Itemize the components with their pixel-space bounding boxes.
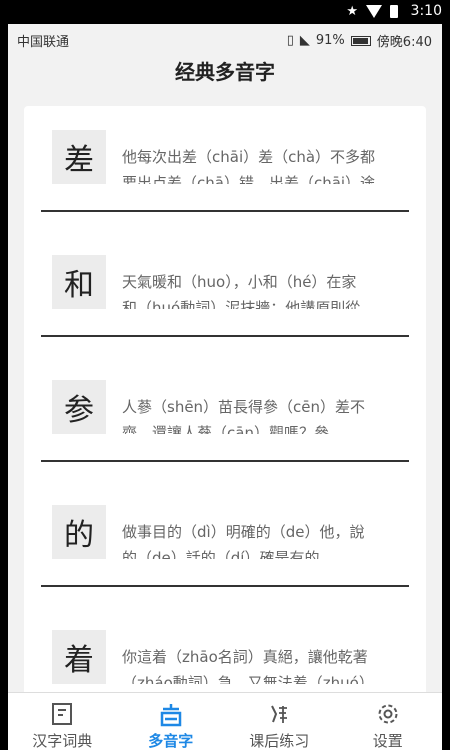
example-line: 做事目的（dì）明確的（de）他，說 bbox=[122, 523, 365, 541]
example-line: 你這着（zhāo名詞）真絕，讓他乾著 bbox=[122, 648, 368, 666]
example-line: （zháo動詞）急，又無法着（zhuó） bbox=[122, 674, 374, 684]
battery-percent: 91% bbox=[315, 33, 345, 48]
list-item[interactable]: 的 做事目的（dì）明確的（de）他，說 的（de）話的（dí）確是有的 bbox=[24, 481, 426, 606]
divider bbox=[41, 460, 409, 462]
signal-icon: ◣ bbox=[299, 33, 310, 48]
list-item[interactable]: 差 他每次出差（chāi）差（chà）不多都 要出点差（chā）错，出差（chā… bbox=[24, 106, 426, 231]
app-screen: 中国联通 ▯ ◣ 91% 傍晚6:40 经典多音字 差 他每次出差（chāi）差… bbox=[8, 24, 442, 750]
tab-polyphonic[interactable]: 多音字 bbox=[117, 693, 226, 750]
status-right: ▯ ◣ 91% 傍晚6:40 bbox=[287, 31, 432, 50]
list-item[interactable]: 和 天氣暖和（huo），小和（hé）在家 和（huó動詞）泥抹牆；他講原則從 bbox=[24, 231, 426, 356]
brush-character-icon bbox=[225, 699, 334, 729]
battery-level-icon bbox=[350, 35, 371, 46]
bottom-tab-bar: 汉字词典 多音字 课后练习 设置 bbox=[8, 692, 442, 750]
example-line: 人蔘（shēn）苗長得參（cēn）差不 bbox=[122, 398, 366, 416]
character-box: 差 bbox=[52, 130, 106, 184]
dictionary-icon bbox=[8, 699, 117, 729]
app-status-bar: 中国联通 ▯ ◣ 91% 傍晚6:40 bbox=[8, 24, 442, 54]
carrier-label: 中国联通 bbox=[17, 35, 70, 50]
example-text: 做事目的（dì）明確的（de）他，說 的（de）話的（dí）確是有的 bbox=[122, 519, 412, 559]
list-item[interactable]: 参 人蔘（shēn）苗長得參（cēn）差不 齊，還讓人蔘（cān）觀嗎？參 bbox=[24, 356, 426, 481]
wifi-icon bbox=[366, 5, 382, 18]
gear-icon bbox=[334, 699, 443, 729]
divider bbox=[41, 585, 409, 587]
list-item[interactable]: 着 你這着（zhāo名詞）真絕，讓他乾著 （zháo動詞）急，又無法着（zhuó… bbox=[24, 606, 426, 706]
system-status-bar: ★ 3:10 bbox=[0, 0, 450, 24]
example-line: 他每次出差（chāi）差（chà）不多都 bbox=[122, 148, 376, 166]
example-line: 天氣暖和（huo），小和（hé）在家 bbox=[122, 273, 357, 291]
example-line: 的（de）話的（dí）確是有的 bbox=[122, 549, 320, 559]
vibrate-icon: ▯ bbox=[286, 33, 294, 48]
example-text: 你這着（zhāo名詞）真絕，讓他乾著 （zháo動詞）急，又無法着（zhuó） bbox=[122, 644, 412, 684]
polyphonic-icon bbox=[117, 699, 226, 729]
star-icon: ★ bbox=[346, 4, 358, 19]
battery-icon bbox=[390, 5, 398, 18]
example-text: 天氣暖和（huo），小和（hé）在家 和（huó動詞）泥抹牆；他講原則從 bbox=[122, 269, 412, 309]
page-title: 经典多音字 bbox=[175, 60, 275, 84]
tab-label: 汉字词典 bbox=[32, 732, 93, 750]
polyphonic-list[interactable]: 差 他每次出差（chāi）差（chà）不多都 要出点差（chā）错，出差（chā… bbox=[24, 106, 426, 706]
character-box: 参 bbox=[52, 380, 106, 434]
tab-label: 课后练习 bbox=[249, 732, 310, 750]
character-box: 着 bbox=[52, 630, 106, 684]
tab-label: 设置 bbox=[372, 732, 403, 750]
divider bbox=[41, 335, 409, 337]
tab-dictionary[interactable]: 汉字词典 bbox=[8, 693, 117, 750]
system-icons: ★ bbox=[346, 5, 398, 18]
status-clock: 傍晚6:40 bbox=[376, 35, 432, 50]
tab-settings[interactable]: 设置 bbox=[334, 693, 443, 750]
divider bbox=[41, 210, 409, 212]
example-text: 人蔘（shēn）苗長得參（cēn）差不 齊，還讓人蔘（cān）觀嗎？參 bbox=[122, 394, 412, 434]
example-line: 和（huó動詞）泥抹牆；他講原則從 bbox=[122, 299, 361, 309]
system-time: 3:10 bbox=[410, 3, 442, 19]
tab-label: 多音字 bbox=[148, 732, 194, 750]
character-box: 的 bbox=[52, 505, 106, 559]
character-box: 和 bbox=[52, 255, 106, 309]
example-text: 他每次出差（chāi）差（chà）不多都 要出点差（chā）错，出差（chāi）… bbox=[122, 144, 412, 184]
tab-exercises[interactable]: 课后练习 bbox=[225, 693, 334, 750]
example-line: 要出点差（chā）错，出差（chāi）途 bbox=[122, 174, 376, 184]
example-line: 齊，還讓人蔘（cān）觀嗎？參 bbox=[122, 424, 329, 434]
